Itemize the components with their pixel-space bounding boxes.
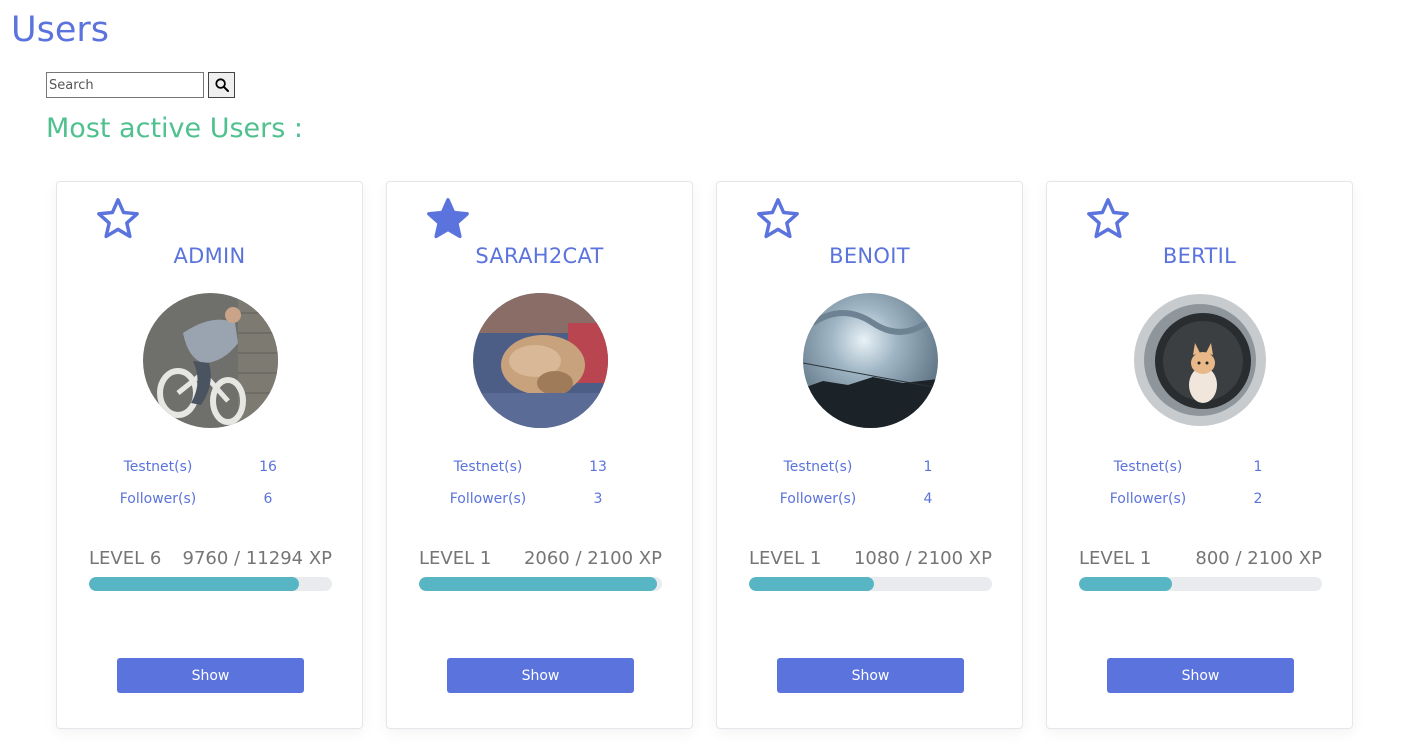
xp-progress-fill	[419, 577, 658, 591]
user-name[interactable]: ADMIN	[57, 244, 362, 268]
star-outline-icon[interactable]	[95, 196, 141, 242]
avatar	[143, 293, 278, 428]
followers-label: Follower(s)	[119, 491, 197, 507]
xp-progress-fill	[1079, 577, 1172, 591]
xp-label: 1080 / 2100 XP	[853, 548, 992, 569]
avatar	[473, 293, 608, 428]
show-button[interactable]: Show	[447, 658, 634, 693]
followers-label: Follower(s)	[449, 491, 527, 507]
xp-progress-bar	[1079, 577, 1322, 591]
testnets-count: 1	[1253, 459, 1263, 475]
star-filled-icon[interactable]	[425, 196, 471, 242]
xp-progress-fill	[89, 577, 299, 591]
user-name[interactable]: BERTIL	[1047, 244, 1352, 268]
user-card: ADMIN Testnet(s) 16 Follower(s) 6 LEVEL …	[56, 181, 363, 729]
xp-progress-bar	[749, 577, 992, 591]
users-page: Users Most active Users : ADMIN	[0, 0, 1409, 744]
level-label: LEVEL 1	[419, 548, 492, 569]
testnets-label: Testnet(s)	[783, 459, 853, 475]
followers-count: 2	[1253, 491, 1263, 507]
user-name[interactable]: SARAH2CAT	[387, 244, 692, 268]
avatar	[1133, 293, 1268, 428]
testnets-count: 16	[259, 459, 277, 475]
followers-count: 4	[923, 491, 933, 507]
level-label: LEVEL 1	[1079, 548, 1152, 569]
search-icon	[214, 78, 229, 92]
level-label: LEVEL 6	[89, 548, 162, 569]
followers-count: 6	[263, 491, 273, 507]
xp-progress-bar	[419, 577, 662, 591]
user-card: BERTIL Testnet(s) 1 Follower(s) 2 LEVEL …	[1046, 181, 1353, 729]
testnets-label: Testnet(s)	[453, 459, 523, 475]
show-button[interactable]: Show	[777, 658, 964, 693]
xp-progress-bar	[89, 577, 332, 591]
search-bar	[46, 72, 235, 98]
xp-progress-fill	[749, 577, 874, 591]
search-button[interactable]	[208, 72, 235, 98]
user-name[interactable]: BENOIT	[717, 244, 1022, 268]
search-input[interactable]	[46, 72, 204, 98]
xp-label: 2060 / 2100 XP	[523, 548, 662, 569]
testnets-count: 13	[589, 459, 607, 475]
show-button[interactable]: Show	[1107, 658, 1294, 693]
xp-label: 800 / 2100 XP	[1195, 548, 1322, 569]
page-title: Users	[11, 10, 110, 50]
level-label: LEVEL 1	[749, 548, 822, 569]
show-button[interactable]: Show	[117, 658, 304, 693]
user-card-list: ADMIN Testnet(s) 16 Follower(s) 6 LEVEL …	[56, 181, 1353, 729]
xp-label: 9760 / 11294 XP	[182, 548, 332, 569]
avatar	[803, 293, 938, 428]
followers-count: 3	[593, 491, 603, 507]
star-outline-icon[interactable]	[755, 196, 801, 242]
section-title: Most active Users :	[46, 113, 303, 144]
followers-label: Follower(s)	[1109, 491, 1187, 507]
testnets-label: Testnet(s)	[123, 459, 193, 475]
testnets-count: 1	[923, 459, 933, 475]
user-card: BENOIT Testnet(s) 1 Follower(s) 4 LEVEL …	[716, 181, 1023, 729]
user-card: SARAH2CAT Testnet(s) 13 Follower(s) 3 LE…	[386, 181, 693, 729]
star-outline-icon[interactable]	[1085, 196, 1131, 242]
testnets-label: Testnet(s)	[1113, 459, 1183, 475]
followers-label: Follower(s)	[779, 491, 857, 507]
